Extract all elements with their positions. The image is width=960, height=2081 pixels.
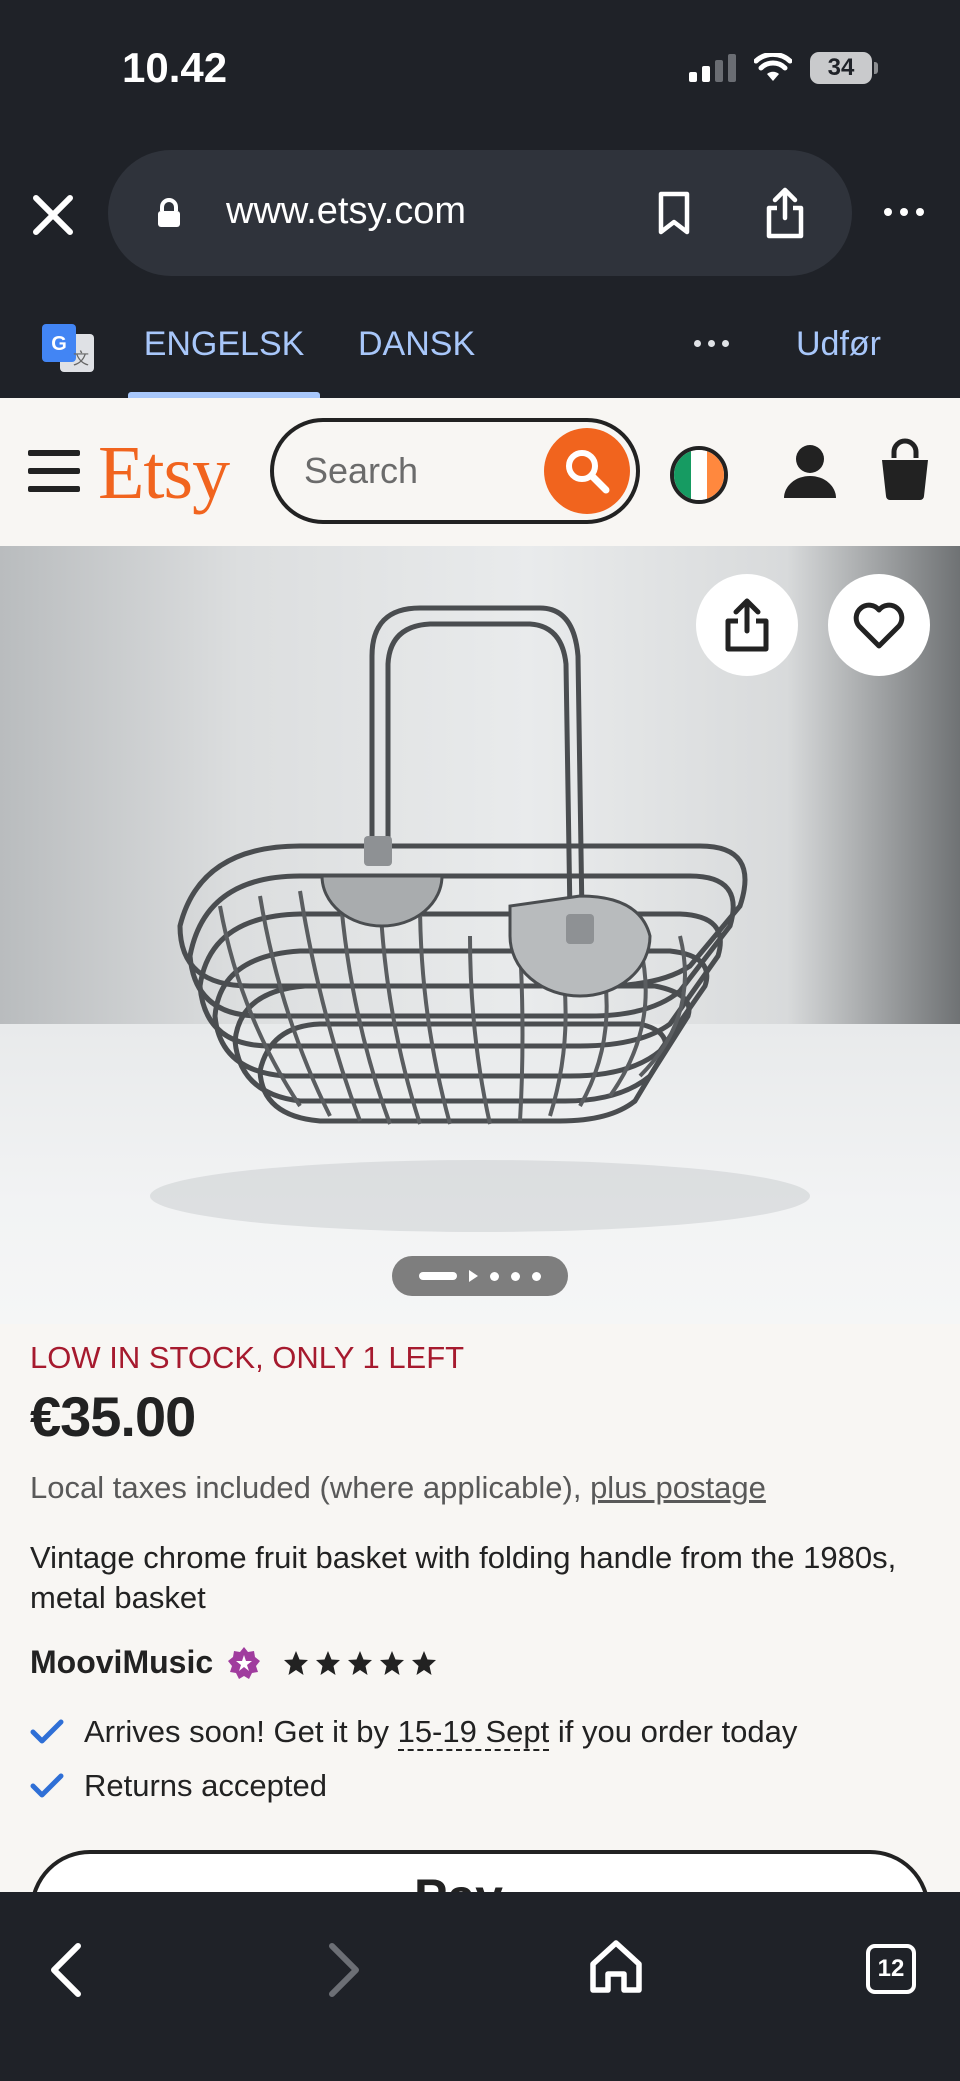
address-bar[interactable]: www.etsy.com [108,150,852,276]
checkmark-icon [30,1773,64,1798]
star-icon [284,1650,309,1675]
star-seller-icon [228,1646,261,1679]
arrival-prefix: Arrives soon! Get it by [84,1714,389,1749]
share-product-button[interactable] [696,574,798,676]
basket-photo [150,605,810,1232]
product-price: €35.00 [30,1385,196,1448]
etsy-logo[interactable]: Etsy [98,430,230,517]
status-icons: 34 [689,52,878,84]
taxes-note: Local taxes included (where applicable),… [30,1470,766,1506]
shop-info[interactable]: MooviMusic [30,1644,437,1681]
shop-name[interactable]: MooviMusic [30,1644,213,1681]
postage-link[interactable]: plus postage [590,1470,766,1505]
tab-switcher-button[interactable]: 12 [866,1944,916,1994]
taxes-text: Local taxes included (where applicable), [30,1470,582,1505]
account-icon[interactable] [782,442,838,502]
search-input[interactable] [304,448,524,494]
close-icon[interactable] [28,190,78,240]
favorite-button[interactable] [828,574,930,676]
battery-icon: 34 [810,52,878,84]
pay-button-label: Pay [414,1868,503,1892]
tab-source-language[interactable]: ENGELSK [128,290,320,398]
cart-icon[interactable] [878,438,932,502]
forward-icon[interactable] [318,1942,366,1998]
star-icon [316,1650,341,1675]
share-icon[interactable] [764,186,806,240]
search-icon [566,450,610,494]
share-icon [725,598,769,652]
home-icon[interactable] [588,1938,644,1996]
hamburger-menu-icon[interactable] [28,450,80,492]
apple-pay-button[interactable]: Pay [30,1850,930,1892]
heart-icon [853,602,905,649]
ireland-flag-icon[interactable] [670,446,728,504]
returns-info: Returns accepted [30,1768,327,1804]
bookmark-icon[interactable] [656,190,692,236]
browser-toolbar: www.etsy.com [0,140,960,290]
etsy-header: Etsy [0,398,960,546]
lock-icon [158,198,180,227]
svg-text:文: 文 [73,349,89,368]
more-menu-icon[interactable] [884,208,924,216]
rating-stars [283,1650,437,1676]
product-title: Vintage chrome fruit basket with folding… [30,1540,897,1615]
arrival-dates[interactable]: 15-19 Sept [397,1714,550,1751]
product-details: LOW IN STOCK, ONLY 1 LEFT €35.00 Local t… [0,1324,960,1892]
stock-notice: LOW IN STOCK, ONLY 1 LEFT [30,1340,465,1375]
returns-text: Returns accepted [84,1768,327,1803]
browser-bottom-nav: 12 [0,1892,960,2081]
arrival-info: Arrives soon! Get it by 15-19 Sept if yo… [30,1714,798,1751]
translate-bar: G 文 ENGELSK DANSK Udfør [0,290,960,398]
url-text[interactable]: www.etsy.com [226,190,466,233]
battery-level: 34 [810,52,872,84]
image-carousel-indicator[interactable] [392,1256,568,1296]
back-icon[interactable] [44,1942,92,1998]
wifi-icon [754,53,792,81]
product-image[interactable] [0,546,960,1324]
status-bar: 10.42 34 [0,0,960,140]
checkmark-icon [30,1719,64,1744]
star-icon [348,1650,373,1675]
google-translate-icon[interactable]: G 文 [40,320,96,376]
status-time: 10.42 [122,44,228,91]
search-bar [270,418,640,524]
arrival-suffix: if you order today [557,1714,798,1749]
star-icon [380,1650,405,1675]
tab-target-language[interactable]: DANSK [358,290,475,398]
translate-options-icon[interactable] [694,340,729,347]
svg-text:G: G [51,333,67,355]
star-icon [412,1650,437,1675]
signal-icon [689,54,736,82]
search-button[interactable] [544,428,630,514]
translate-done-button[interactable]: Udfør [796,290,881,398]
